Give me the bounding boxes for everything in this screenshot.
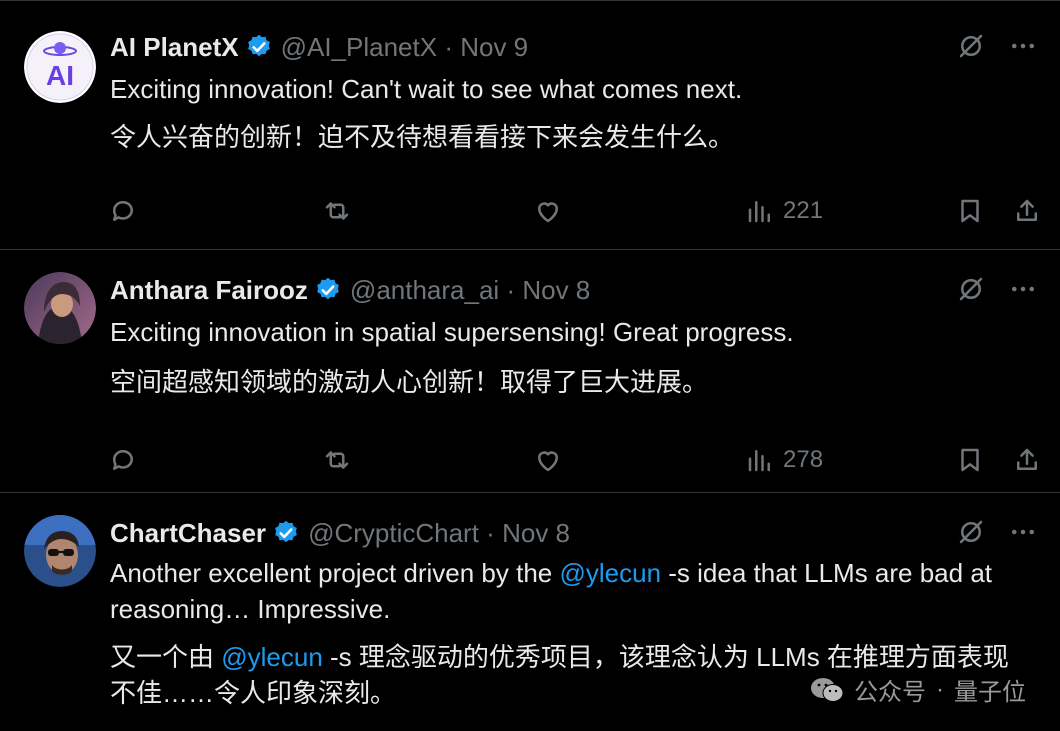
like-icon: [538, 451, 558, 472]
timestamp[interactable]: Nov 9: [460, 31, 528, 63]
watermark-source: 公众号: [854, 679, 926, 706]
retweet-button[interactable]: [322, 440, 352, 480]
views-icon: [748, 450, 770, 472]
tweet-header: Anthara Fairooz @anthara_ai · Nov 8: [110, 274, 590, 306]
tweet-text-english: Exciting innovation! Can't wait to see w…: [110, 74, 743, 104]
bookmark-button[interactable]: [955, 440, 985, 480]
grok-icon[interactable]: [956, 274, 986, 304]
separator-dot: ·: [506, 275, 516, 305]
verified-badge-icon: [275, 520, 297, 543]
bookmark-icon: [961, 448, 979, 472]
tweet-action-bar: 278: [0, 440, 1060, 480]
verified-badge-icon: [317, 277, 339, 300]
like-button[interactable]: [533, 191, 563, 231]
wechat-icon: [811, 677, 844, 702]
timestamp[interactable]: Nov 8: [502, 517, 570, 549]
handle[interactable]: @AI_PlanetX: [281, 31, 437, 63]
tweet-top-actions: [956, 274, 1038, 304]
tweet-header: ChartChaser @CrypticChart · Nov 8: [110, 517, 570, 549]
views-icon: [748, 201, 770, 223]
like-icon: [538, 202, 558, 223]
share-button[interactable]: [1012, 440, 1042, 480]
share-icon: [1017, 448, 1037, 470]
watermark-brand: 量子位: [954, 679, 1026, 706]
reply-icon: [112, 200, 133, 221]
like-button[interactable]: [533, 440, 563, 480]
handle[interactable]: @CrypticChart: [308, 517, 479, 549]
display-name[interactable]: ChartChaser: [110, 517, 266, 549]
tweet-anthara-fairooz[interactable]: Anthara Fairooz @anthara_ai · Nov 8 Exci…: [0, 250, 1060, 493]
timeline-feed: AI AI PlanetX @AI_PlanetX · Nov 9 Exciti…: [0, 0, 1060, 731]
tweet-top-actions: [956, 517, 1038, 547]
bookmark-button[interactable]: [955, 191, 985, 231]
tweet-ai-planetx[interactable]: AI AI PlanetX @AI_PlanetX · Nov 9 Exciti…: [0, 0, 1060, 250]
display-name[interactable]: Anthara Fairooz: [110, 274, 308, 306]
watermark-dot: ·: [936, 675, 944, 703]
grok-icon[interactable]: [956, 517, 986, 547]
reply-button[interactable]: [108, 440, 138, 480]
retweet-icon: [325, 451, 349, 469]
tweet-text-chinese: 令人兴奋的创新！迫不及待想看看接下来会发生什么。: [110, 122, 735, 152]
display-name[interactable]: AI PlanetX: [110, 31, 239, 63]
tweet-text-english: Another excellent project driven by the …: [110, 558, 993, 624]
retweet-icon: [325, 202, 349, 220]
tweet-top-actions: [956, 31, 1038, 61]
mention-link[interactable]: @ylecun: [559, 558, 661, 588]
reply-icon: [112, 449, 133, 470]
more-icon[interactable]: [1008, 274, 1038, 304]
views-count: 221: [783, 197, 824, 224]
timestamp[interactable]: Nov 8: [522, 274, 590, 306]
verified-badge-icon: [247, 34, 270, 57]
views-button[interactable]: 221: [745, 191, 823, 231]
share-icon: [1017, 199, 1037, 221]
more-icon[interactable]: [1008, 517, 1038, 547]
share-button[interactable]: [1012, 191, 1042, 231]
handle[interactable]: @anthara_ai: [350, 274, 499, 306]
more-icon[interactable]: [1008, 31, 1038, 61]
avatar-chartchaser[interactable]: [24, 515, 96, 587]
reply-button[interactable]: [108, 191, 138, 231]
tweet-text-chinese: 空间超感知领域的激动人心创新！取得了巨大进展。: [110, 367, 709, 397]
mention-link[interactable]: @ylecun: [221, 642, 323, 672]
tweet-header: AI PlanetX @AI_PlanetX · Nov 9: [110, 31, 528, 63]
views-button[interactable]: 278: [745, 440, 823, 480]
views-count: 278: [783, 446, 824, 473]
retweet-button[interactable]: [322, 191, 352, 231]
tweet-action-bar: 221: [0, 191, 1060, 231]
avatar-ai-planetx[interactable]: AI: [24, 31, 96, 103]
wechat-watermark: 公众号 · 量子位: [810, 672, 1026, 707]
grok-icon[interactable]: [956, 31, 986, 61]
avatar-anthara-fairooz[interactable]: [24, 272, 96, 344]
bookmark-icon: [961, 199, 979, 223]
svg-text:AI: AI: [46, 60, 74, 91]
separator-dot: ·: [444, 32, 453, 62]
tweet-text-english: Exciting innovation in spatial supersens…: [110, 317, 794, 347]
separator-dot: ·: [486, 518, 495, 548]
